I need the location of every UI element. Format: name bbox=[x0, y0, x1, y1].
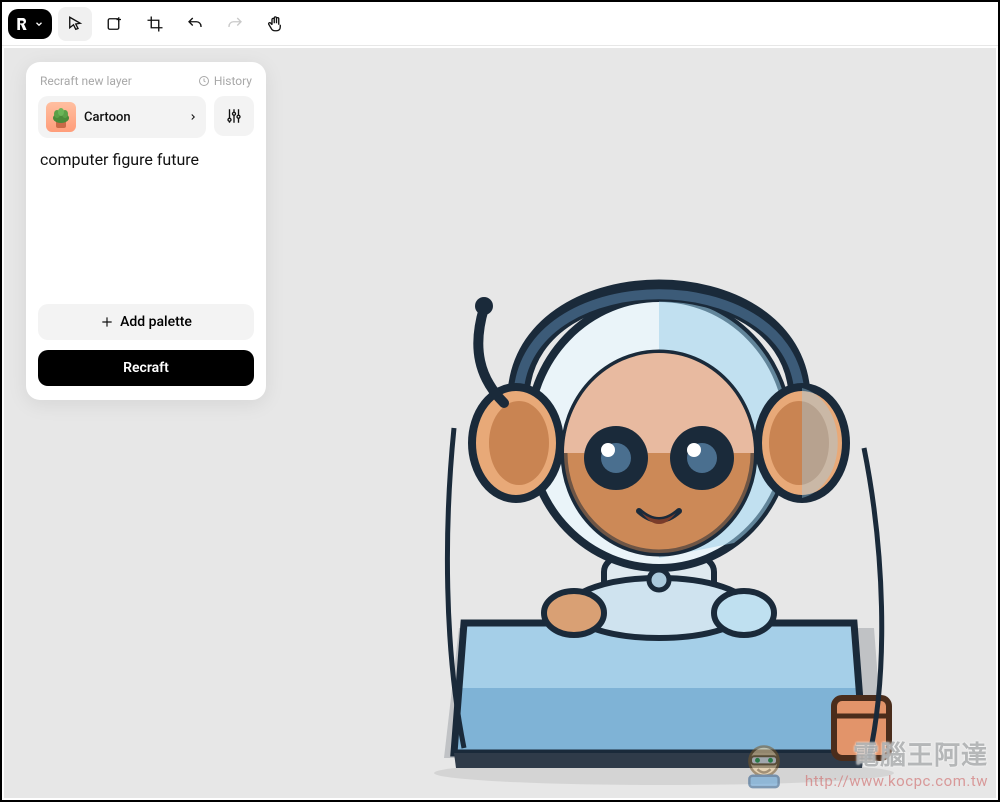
logo-menu-button[interactable] bbox=[8, 9, 52, 39]
panel-title: Recraft new layer bbox=[40, 74, 132, 88]
recraft-label: Recraft bbox=[123, 360, 169, 376]
hand-icon bbox=[266, 15, 284, 33]
canvas-area[interactable]: Recraft new layer History bbox=[4, 48, 996, 798]
plus-icon bbox=[100, 315, 114, 329]
redo-tool[interactable] bbox=[218, 7, 252, 41]
watermark-mascot-icon bbox=[738, 740, 790, 792]
toolbar bbox=[2, 2, 998, 46]
history-label: History bbox=[214, 74, 252, 88]
add-rect-tool[interactable] bbox=[98, 7, 132, 41]
chevron-down-icon bbox=[34, 19, 44, 29]
history-button[interactable]: History bbox=[198, 74, 252, 88]
add-palette-button[interactable]: Add palette bbox=[38, 304, 254, 340]
undo-icon bbox=[186, 15, 204, 33]
recraft-panel: Recraft new layer History bbox=[26, 62, 266, 400]
recraft-logo-icon bbox=[14, 16, 30, 32]
pan-tool[interactable] bbox=[258, 7, 292, 41]
style-label: Cartoon bbox=[84, 110, 131, 125]
recraft-button[interactable]: Recraft bbox=[38, 350, 254, 386]
style-settings-button[interactable] bbox=[214, 96, 254, 136]
style-thumbnail bbox=[46, 102, 76, 132]
generated-image[interactable] bbox=[384, 228, 904, 788]
add-palette-label: Add palette bbox=[120, 314, 192, 330]
undo-tool[interactable] bbox=[178, 7, 212, 41]
redo-icon bbox=[226, 15, 244, 33]
crop-tool[interactable] bbox=[138, 7, 172, 41]
chevron-right-icon bbox=[188, 112, 198, 122]
prompt-input[interactable] bbox=[38, 148, 254, 298]
rect-plus-icon bbox=[106, 15, 124, 33]
crop-icon bbox=[146, 15, 164, 33]
style-select[interactable]: Cartoon bbox=[38, 96, 206, 138]
cursor-icon bbox=[66, 15, 84, 33]
cursor-tool[interactable] bbox=[58, 7, 92, 41]
sliders-icon bbox=[225, 107, 243, 125]
history-icon bbox=[198, 75, 210, 87]
